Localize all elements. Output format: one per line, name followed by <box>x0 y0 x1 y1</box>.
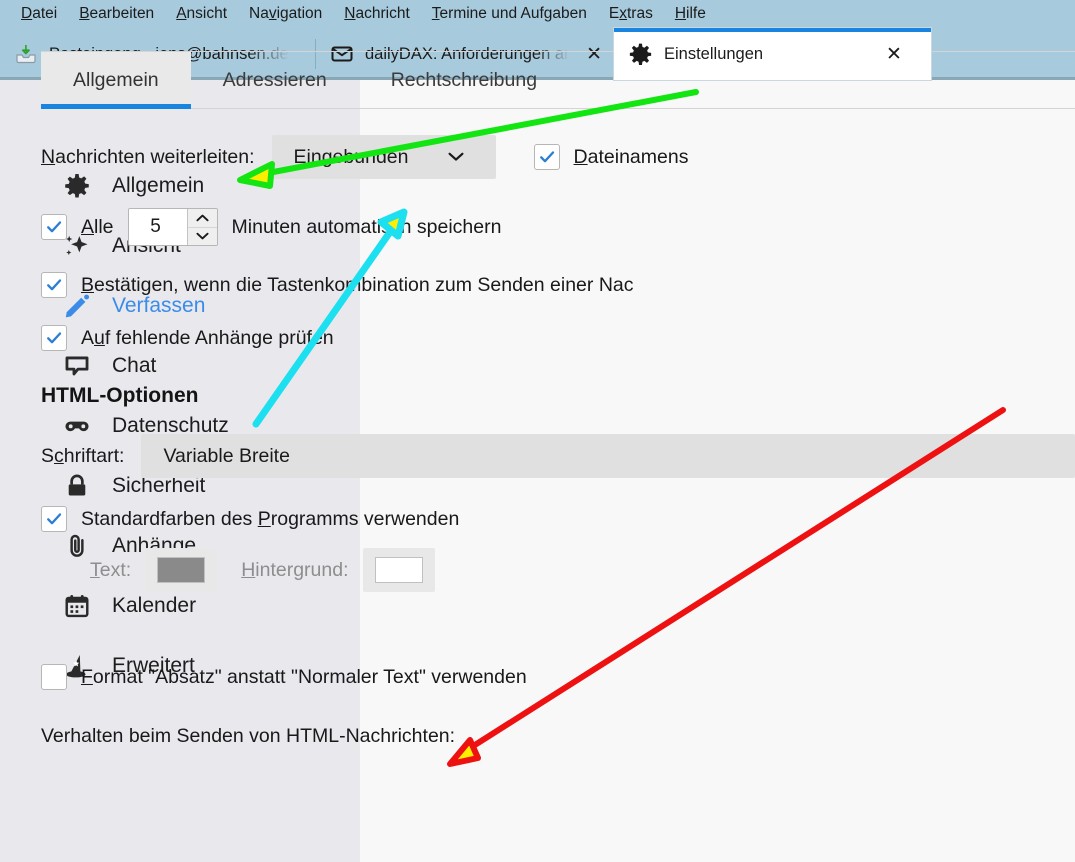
tab-allgemein[interactable]: Allgemein <box>41 52 191 109</box>
text-color-swatch <box>157 557 206 583</box>
compose-settings-form: Nachrichten weiterleiten: Eingebunden Da… <box>41 109 1075 748</box>
tab-rechtschreibung[interactable]: Rechtschreibung <box>359 52 569 108</box>
tab-einstellungen[interactable]: Einstellungen ✕ <box>614 28 931 80</box>
default-colors-row: Standardfarben des Programms verwenden <box>41 506 1075 532</box>
tab-label: Einstellungen <box>664 44 764 63</box>
menu-item-datei[interactable]: Datei <box>10 0 68 28</box>
stepper-down-icon[interactable] <box>187 226 217 246</box>
filename-label: Dateinamens <box>573 145 689 168</box>
forward-messages-label: Nachrichten weiterleiten: <box>41 145 255 168</box>
menu-item-termine-und-aufgaben[interactable]: Termine und Aufgaben <box>421 0 598 28</box>
background-color-swatch <box>374 557 423 583</box>
default-colors-label: Standardfarben des Programms verwenden <box>81 507 460 530</box>
menu-item-extras[interactable]: Extras <box>598 0 664 28</box>
filename-checkbox[interactable] <box>533 144 560 170</box>
font-row: Schriftart: Variable Breite <box>41 434 1075 478</box>
html-options-heading: HTML-Optionen <box>41 384 199 407</box>
missing-attachments-checkbox[interactable] <box>41 325 67 351</box>
autosave-minutes-value[interactable]: 5 <box>129 209 187 245</box>
forward-messages-row: Nachrichten weiterleiten: Eingebunden Da… <box>41 135 1075 179</box>
autosave-minutes-stepper[interactable]: 5 <box>127 208 218 246</box>
chevron-down-icon <box>448 150 464 165</box>
text-color-label: Text: <box>90 558 132 581</box>
font-value: Variable Breite <box>163 444 290 467</box>
autosave-suffix-label: Minuten automatisch speichern <box>231 215 502 238</box>
paragraph-format-label: Format "Absatz" anstatt "Normaler Text" … <box>81 665 527 688</box>
paragraph-format-checkbox[interactable] <box>41 664 67 690</box>
content-tab-label: Rechtschreibung <box>390 68 538 91</box>
font-select[interactable]: Variable Breite <box>141 434 1075 478</box>
autosave-row: Alle 5 Minuten automatisch speichern <box>41 208 1075 246</box>
menu-bar: Datei Bearbeiten Ansicht Navigation Nach… <box>0 0 1075 28</box>
confirm-shortcut-row: Bestätigen, wenn die Tastenkombination z… <box>41 272 1075 298</box>
html-options-heading-row: HTML-Optionen <box>41 384 1075 408</box>
stepper-buttons <box>186 209 217 246</box>
content-tab-label: Adressieren <box>222 68 327 91</box>
inbox-icon <box>14 42 38 66</box>
font-label: Schriftart: <box>41 444 125 467</box>
stepper-up-icon[interactable] <box>188 209 217 227</box>
confirm-shortcut-checkbox[interactable] <box>41 272 67 298</box>
background-color-swatch-button[interactable] <box>362 548 435 592</box>
tab-adressieren[interactable]: Adressieren <box>191 52 359 108</box>
default-colors-checkbox[interactable] <box>41 506 67 532</box>
thunderbird-settings-window: Datei Bearbeiten Ansicht Navigation Nach… <box>0 0 1075 862</box>
menu-item-navigation[interactable]: Navigation <box>238 0 333 28</box>
menu-item-ansicht[interactable]: Ansicht <box>165 0 238 28</box>
menu-item-bearbeiten[interactable]: Bearbeiten <box>68 0 165 28</box>
text-color-swatch-button[interactable] <box>145 548 218 592</box>
send-behavior-row: Verhalten beim Senden von HTML-Nachricht… <box>41 725 1075 748</box>
tab-close-icon[interactable]: ✕ <box>886 44 902 64</box>
confirm-shortcut-label: Bestätigen, wenn die Tastenkombination z… <box>81 273 634 296</box>
forward-messages-value: Eingebunden <box>293 145 409 168</box>
send-behavior-label: Verhalten beim Senden von HTML-Nachricht… <box>41 725 456 747</box>
background-color-label: Hintergrund: <box>241 558 349 581</box>
content-tab-label: Allgemein <box>73 68 159 91</box>
menu-item-hilfe[interactable]: Hilfe <box>664 0 717 28</box>
gear-icon <box>628 42 653 67</box>
menu-item-nachricht[interactable]: Nachricht <box>333 0 420 28</box>
forward-messages-select[interactable]: Eingebunden <box>271 135 496 179</box>
color-pickers-row: Text: Hintergrund: <box>90 548 1075 592</box>
autosave-label: Alle <box>81 215 114 238</box>
missing-attachments-label: Auf fehlende Anhänge prüfen <box>81 326 334 349</box>
missing-attachments-row: Auf fehlende Anhänge prüfen <box>41 325 1075 351</box>
autosave-checkbox[interactable] <box>41 214 67 240</box>
paragraph-format-row: Format "Absatz" anstatt "Normaler Text" … <box>41 664 1075 690</box>
